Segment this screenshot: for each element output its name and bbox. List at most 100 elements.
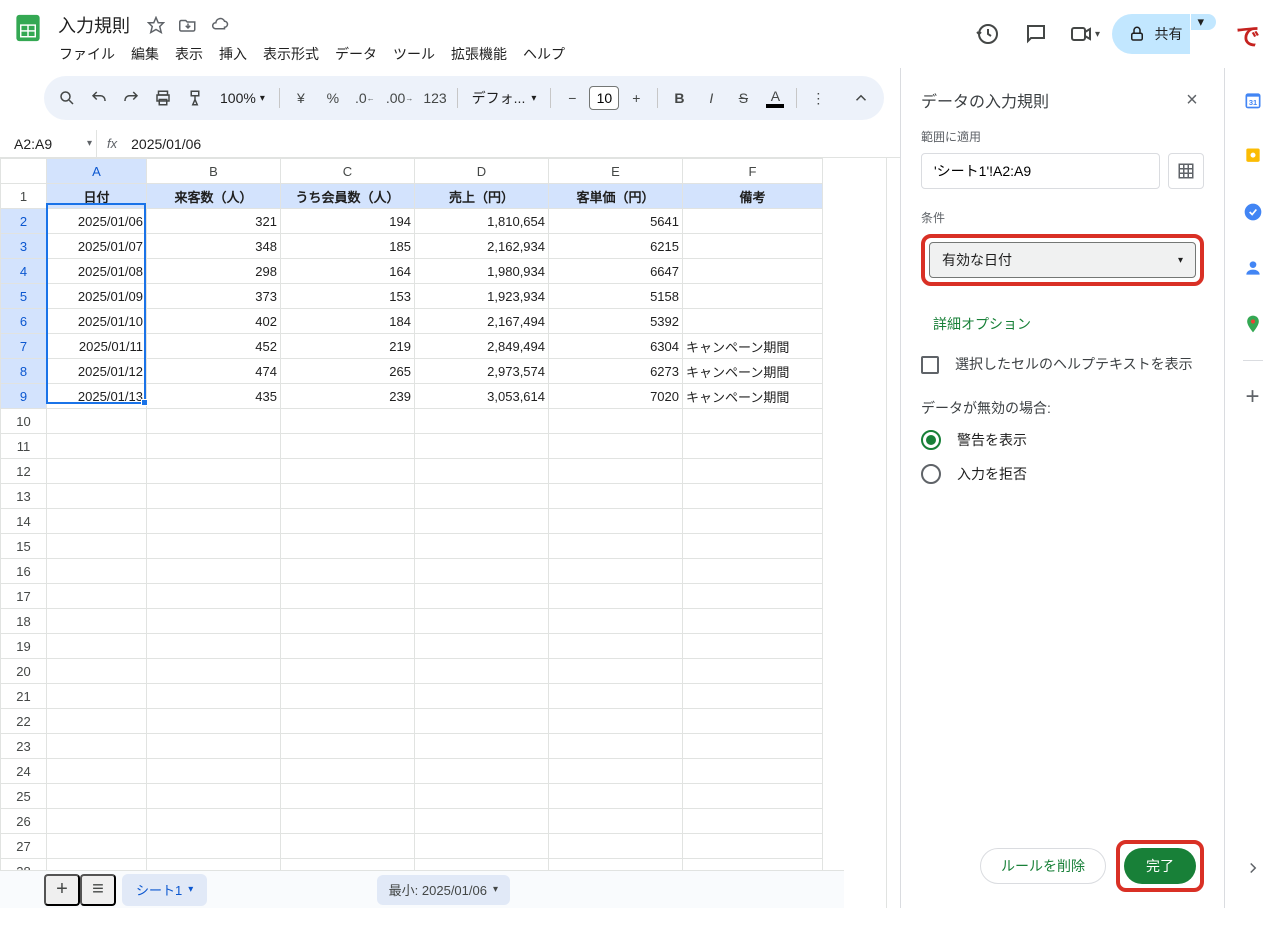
strikethrough-icon[interactable]: S xyxy=(728,83,758,113)
share-dropdown[interactable]: ▾ xyxy=(1191,14,1216,30)
print-icon[interactable] xyxy=(148,83,178,113)
cell[interactable]: 373 xyxy=(147,284,281,309)
cell[interactable] xyxy=(281,459,415,484)
font-select[interactable]: デフォ... ▾ xyxy=(464,88,545,108)
cell[interactable]: 客単価（円） xyxy=(549,184,683,209)
warn-radio[interactable] xyxy=(921,430,941,450)
menu-data[interactable]: データ xyxy=(328,40,384,68)
remove-rule-button[interactable]: ルールを削除 xyxy=(980,848,1106,884)
col-header-E[interactable]: E xyxy=(549,159,683,184)
cell[interactable] xyxy=(147,434,281,459)
cell[interactable]: 2,849,494 xyxy=(415,334,549,359)
cell[interactable] xyxy=(47,734,147,759)
menu-insert[interactable]: 挿入 xyxy=(212,40,254,68)
cloud-icon[interactable] xyxy=(208,13,232,37)
decrease-decimal-icon[interactable]: .0← xyxy=(350,83,380,113)
cell[interactable]: 6304 xyxy=(549,334,683,359)
cell[interactable]: 2025/01/09 xyxy=(47,284,147,309)
cell[interactable] xyxy=(147,409,281,434)
reject-radio[interactable] xyxy=(921,464,941,484)
cell[interactable] xyxy=(147,459,281,484)
row-header-8[interactable]: 8 xyxy=(1,359,47,384)
cell[interactable] xyxy=(147,609,281,634)
cell[interactable]: 3,053,614 xyxy=(415,384,549,409)
increase-decimal-icon[interactable]: .00→ xyxy=(382,83,417,113)
currency-icon[interactable]: ¥ xyxy=(286,83,316,113)
row-header-11[interactable]: 11 xyxy=(1,434,47,459)
cell[interactable] xyxy=(415,634,549,659)
all-sheets-button[interactable]: ≡ xyxy=(80,874,116,906)
cell[interactable] xyxy=(281,534,415,559)
more-formats-icon[interactable]: 123 xyxy=(419,83,450,113)
cell[interactable]: 5641 xyxy=(549,209,683,234)
meet-icon[interactable]: ▾ xyxy=(1064,14,1104,54)
cell[interactable]: 日付 xyxy=(47,184,147,209)
cell[interactable]: 1,923,934 xyxy=(415,284,549,309)
cell[interactable] xyxy=(147,634,281,659)
cell[interactable] xyxy=(147,509,281,534)
cell[interactable] xyxy=(147,534,281,559)
cell[interactable] xyxy=(683,434,823,459)
cell[interactable] xyxy=(415,784,549,809)
cell[interactable] xyxy=(683,809,823,834)
contacts-icon[interactable] xyxy=(1233,248,1273,288)
cell[interactable] xyxy=(683,634,823,659)
row-header-24[interactable]: 24 xyxy=(1,759,47,784)
cell[interactable]: 2025/01/08 xyxy=(47,259,147,284)
cell[interactable]: 備考 xyxy=(683,184,823,209)
row-header-26[interactable]: 26 xyxy=(1,809,47,834)
row-header-9[interactable]: 9 xyxy=(1,384,47,409)
cell[interactable]: 2,973,574 xyxy=(415,359,549,384)
cell[interactable]: 435 xyxy=(147,384,281,409)
cell[interactable]: 239 xyxy=(281,384,415,409)
cell[interactable] xyxy=(47,484,147,509)
cell[interactable] xyxy=(281,409,415,434)
close-icon[interactable]: × xyxy=(1180,88,1204,112)
cell[interactable] xyxy=(415,659,549,684)
cell[interactable] xyxy=(549,709,683,734)
search-icon[interactable] xyxy=(52,83,82,113)
menu-view[interactable]: 表示 xyxy=(168,40,210,68)
cell[interactable] xyxy=(47,534,147,559)
help-text-checkbox[interactable] xyxy=(921,356,939,374)
col-header-F[interactable]: F xyxy=(683,159,823,184)
cell[interactable] xyxy=(281,559,415,584)
cell[interactable] xyxy=(683,709,823,734)
cell[interactable] xyxy=(281,634,415,659)
cell[interactable]: 348 xyxy=(147,234,281,259)
cell[interactable] xyxy=(47,634,147,659)
cell[interactable] xyxy=(683,734,823,759)
cell[interactable] xyxy=(415,609,549,634)
cell[interactable]: 2025/01/06 xyxy=(47,209,147,234)
menu-edit[interactable]: 編集 xyxy=(124,40,166,68)
cell[interactable] xyxy=(281,584,415,609)
cell[interactable]: 1,810,654 xyxy=(415,209,549,234)
cell[interactable] xyxy=(549,484,683,509)
col-header-A[interactable]: A xyxy=(47,159,147,184)
cell[interactable] xyxy=(683,234,823,259)
select-all-corner[interactable] xyxy=(1,159,47,184)
cell[interactable] xyxy=(549,609,683,634)
cell[interactable]: 7020 xyxy=(549,384,683,409)
calendar-icon[interactable]: 31 xyxy=(1233,80,1273,120)
status-pill[interactable]: 最小: 2025/01/06 ▾ xyxy=(377,875,510,905)
cell[interactable] xyxy=(147,834,281,859)
cell[interactable]: うち会員数（人） xyxy=(281,184,415,209)
cell[interactable] xyxy=(415,809,549,834)
history-icon[interactable] xyxy=(968,14,1008,54)
undo-icon[interactable] xyxy=(84,83,114,113)
account-avatar[interactable]: で xyxy=(1232,18,1264,50)
cell[interactable]: 184 xyxy=(281,309,415,334)
row-header-16[interactable]: 16 xyxy=(1,559,47,584)
cell[interactable]: 6273 xyxy=(549,359,683,384)
tasks-icon[interactable] xyxy=(1233,192,1273,232)
cell[interactable] xyxy=(281,784,415,809)
cell[interactable] xyxy=(415,709,549,734)
cell[interactable] xyxy=(47,559,147,584)
cell[interactable] xyxy=(683,459,823,484)
menu-help[interactable]: ヘルプ xyxy=(516,40,572,68)
cell[interactable] xyxy=(683,659,823,684)
cell[interactable]: 2,167,494 xyxy=(415,309,549,334)
cell[interactable] xyxy=(549,534,683,559)
cell[interactable] xyxy=(415,834,549,859)
